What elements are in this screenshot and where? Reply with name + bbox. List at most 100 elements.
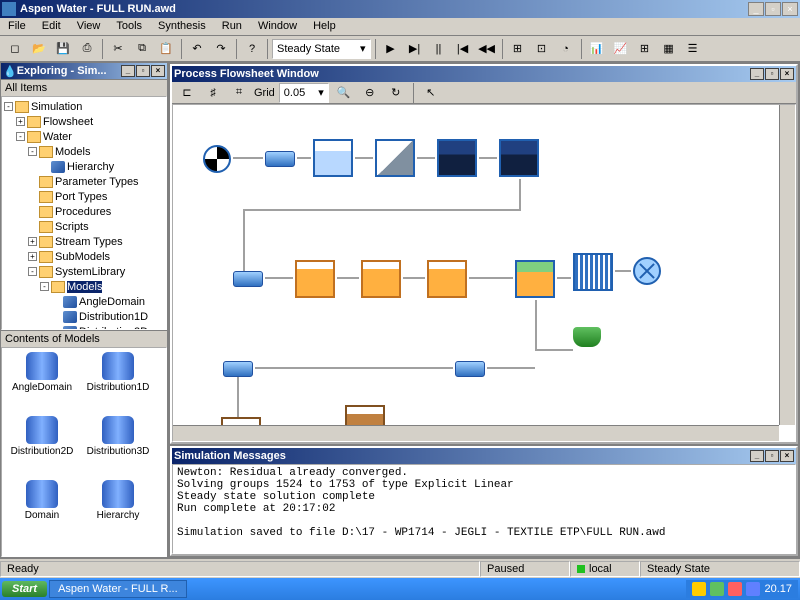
tray-icon-2[interactable] (710, 582, 724, 596)
tree-item[interactable]: Hierarchy (4, 159, 164, 174)
tool2-button[interactable]: ⊡ (531, 38, 553, 60)
pointer-tool[interactable]: ↖ (420, 82, 442, 104)
tray-icon-4[interactable] (746, 582, 760, 596)
open-button[interactable]: 📂 (28, 38, 50, 60)
tree-item[interactable]: -Models (4, 279, 164, 294)
content-item[interactable]: Distribution3D (82, 416, 154, 476)
menu-file[interactable]: File (0, 18, 34, 35)
tree-item[interactable]: Scripts (4, 219, 164, 234)
aeration-tank-2[interactable] (361, 260, 401, 298)
aeration-tank-1[interactable] (295, 260, 335, 298)
secondary-clarifier[interactable] (515, 260, 555, 298)
tree-item[interactable]: Procedures (4, 204, 164, 219)
menu-edit[interactable]: Edit (34, 18, 69, 35)
redo-button[interactable]: ↷ (210, 38, 232, 60)
start-button[interactable]: Start (2, 581, 47, 597)
feed-source[interactable] (203, 145, 231, 173)
layout-tool[interactable]: ⊏ (176, 82, 198, 104)
flowsheet-maximize[interactable]: ▫ (765, 68, 779, 80)
pump-splitter[interactable] (455, 361, 485, 377)
menu-synthesis[interactable]: Synthesis (150, 18, 214, 35)
maximize-button[interactable]: ▫ (765, 2, 781, 16)
pump-1[interactable] (265, 151, 295, 167)
snap-tool[interactable]: ⌗ (228, 82, 250, 104)
tree-item[interactable]: -Simulation (4, 99, 164, 114)
flowsheet-canvas[interactable] (172, 104, 796, 442)
menu-window[interactable]: Window (250, 18, 305, 35)
tree-item[interactable]: Port Types (4, 189, 164, 204)
tree-item[interactable]: +SubModels (4, 249, 164, 264)
content-item[interactable]: AngleDomain (6, 352, 78, 412)
messages-text[interactable]: Newton: Residual already converged. Solv… (172, 464, 796, 554)
tree-item[interactable]: -Models (4, 144, 164, 159)
zoom-out-tool[interactable]: ⊖ (359, 82, 381, 104)
tool1-button[interactable]: ⊞ (507, 38, 529, 60)
content-item[interactable]: Domain (6, 480, 78, 540)
paste-button[interactable]: 📋 (155, 38, 177, 60)
cut-button[interactable]: ✂ (107, 38, 129, 60)
content-item[interactable]: Hierarchy (82, 480, 154, 540)
close-button[interactable]: × (782, 2, 798, 16)
runmode-combo[interactable]: Steady State▾ (272, 39, 371, 59)
save-button[interactable]: 💾 (52, 38, 74, 60)
pause-button[interactable]: || (428, 38, 450, 60)
pump-2[interactable] (233, 271, 263, 287)
screen-unit[interactable] (375, 139, 415, 177)
chart-button[interactable]: 📊 (586, 38, 608, 60)
tray-icon-1[interactable] (692, 582, 706, 596)
grid-size-combo[interactable]: 0.05▾ (279, 83, 329, 103)
effluent-sink[interactable] (633, 257, 661, 285)
content-item[interactable]: Distribution2D (6, 416, 78, 476)
tree-item[interactable]: +Stream Types (4, 234, 164, 249)
print-button[interactable]: ⎙ (76, 38, 98, 60)
zoom-in-tool[interactable]: 🔍 (333, 82, 355, 104)
list-button[interactable]: ☰ (682, 38, 704, 60)
messages-maximize[interactable]: ▫ (765, 450, 779, 462)
flowsheet-minimize[interactable]: _ (750, 68, 764, 80)
menu-view[interactable]: View (69, 18, 109, 35)
green-separator[interactable] (573, 327, 601, 347)
canvas-scrollbar-v[interactable] (779, 105, 795, 425)
pump-3[interactable] (223, 361, 253, 377)
plot-button[interactable]: 📈 (610, 38, 632, 60)
messages-minimize[interactable]: _ (750, 450, 764, 462)
grid-button[interactable]: ▦ (658, 38, 680, 60)
step-button[interactable]: ▶| (404, 38, 426, 60)
grid-tool[interactable]: ♯ (202, 82, 224, 104)
table-button[interactable]: ⊞ (634, 38, 656, 60)
messages-close[interactable]: × (780, 450, 794, 462)
tree-item[interactable]: -Water (4, 129, 164, 144)
menu-tools[interactable]: Tools (108, 18, 150, 35)
flowsheet-close[interactable]: × (780, 68, 794, 80)
explorer-tree[interactable]: -Simulation+Flowsheet-Water-ModelsHierar… (1, 96, 167, 330)
canvas-scrollbar-h[interactable] (173, 425, 779, 441)
taskbar-app[interactable]: Aspen Water - FULL R... (49, 580, 187, 598)
content-item[interactable]: Distribution1D (82, 352, 154, 412)
explorer-close[interactable]: × (151, 65, 165, 77)
contents-grid[interactable]: AngleDomainDistribution1DDistribution2DD… (1, 347, 167, 557)
tree-item[interactable]: -SystemLibrary (4, 264, 164, 279)
tree-item[interactable]: Distribution1D (4, 309, 164, 324)
explorer-minimize[interactable]: _ (121, 65, 135, 77)
rotate-tool[interactable]: ↻ (385, 82, 407, 104)
fast-rewind-button[interactable]: ◀◀ (476, 38, 498, 60)
tray-icon-3[interactable] (728, 582, 742, 596)
primary-clarifier[interactable] (437, 139, 477, 177)
minimize-button[interactable]: _ (748, 2, 764, 16)
filter[interactable] (573, 253, 613, 291)
new-button[interactable]: ◻ (4, 38, 26, 60)
help-button[interactable]: ? (241, 38, 263, 60)
tool3-button[interactable]: ◔ (555, 38, 577, 60)
tree-item[interactable]: Parameter Types (4, 174, 164, 189)
tree-item[interactable]: +Flowsheet (4, 114, 164, 129)
explorer-maximize[interactable]: ▫ (136, 65, 150, 77)
play-button[interactable]: ▶ (380, 38, 402, 60)
menu-run[interactable]: Run (214, 18, 250, 35)
copy-button[interactable]: ⧉ (131, 38, 153, 60)
equalization-tank[interactable] (313, 139, 353, 177)
reactor-1[interactable] (499, 139, 539, 177)
tree-item[interactable]: AngleDomain (4, 294, 164, 309)
aeration-tank-3[interactable] (427, 260, 467, 298)
menu-help[interactable]: Help (305, 18, 344, 35)
undo-button[interactable]: ↶ (186, 38, 208, 60)
